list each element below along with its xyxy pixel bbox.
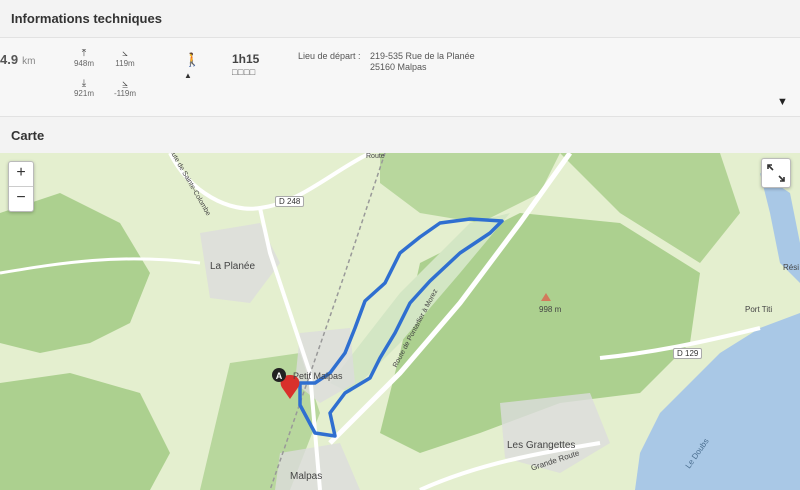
road-label-route-top: Route (366, 153, 385, 160)
zoom-out-button[interactable]: − (9, 187, 33, 211)
zoom-in-button[interactable]: + (9, 162, 33, 187)
difficulty-squares: □□□□ (232, 67, 256, 77)
difficulty-triangle-icon: ▲ (184, 71, 192, 80)
tech-section-header: Informations techniques (0, 0, 800, 38)
elev-loss-value: -119m (113, 89, 137, 98)
expand-down-icon[interactable]: ▼ (777, 96, 788, 108)
tech-info-panel: 4.9 km ⤒ 948m ⤓ 921m ⦣ 119m ⦥ -119m 🚶 ▲ 1… (0, 38, 800, 116)
duration: 1h15 (232, 52, 260, 66)
place-label-malpas: Malpas (290, 471, 323, 482)
elev-loss-stat: ⦥ -119m (107, 78, 143, 98)
alt-min-icon: ⤓ (81, 78, 87, 89)
alt-max-icon: ⤒ (81, 48, 87, 59)
zoom-control: + − (8, 161, 34, 212)
alt-min-value: 921m (73, 89, 94, 98)
departure-label: Lieu de départ : (298, 51, 361, 61)
place-label-petit-malpas: Petit Malpas (293, 371, 343, 381)
alt-max-stat: ⤒ 948m (66, 48, 102, 68)
road-badge-d129: D 129 (673, 348, 703, 359)
place-label-port-titi: Port Titi (745, 305, 773, 314)
tech-section-title: Informations techniques (11, 11, 162, 26)
start-marker-letter: A (276, 371, 283, 381)
map-section-title: Carte (11, 128, 45, 143)
elev-gain-value: 119m (115, 59, 135, 68)
map-canvas: A (0, 153, 800, 490)
departure-address: 219-535 Rue de la Planée 25160 Malpas (370, 51, 475, 73)
elev-gain-icon: ⦣ (122, 48, 128, 59)
summit-label: 998 m (539, 305, 562, 314)
hiker-icon: 🚶 (184, 52, 201, 67)
distance: 4.9 km (0, 52, 35, 67)
alt-max-value: 948m (73, 59, 94, 68)
departure-line1: 219-535 Rue de la Planée (370, 51, 475, 61)
place-label-resi: Rési (783, 263, 800, 272)
map-view[interactable]: A + − D 248 D 129 La Planée Petit Malpas… (0, 153, 800, 490)
elev-loss-icon: ⦥ (122, 78, 128, 89)
distance-value: 4.9 (0, 52, 19, 67)
road-badge-d248: D 248 (275, 196, 305, 207)
map-section-header: Carte (0, 116, 800, 154)
fullscreen-button[interactable] (761, 158, 791, 188)
distance-unit: km (22, 56, 36, 67)
departure-line2: 25160 Malpas (370, 62, 427, 72)
fullscreen-icon (767, 164, 785, 182)
elev-gain-stat: ⦣ 119m (107, 48, 143, 68)
alt-min-stat: ⤓ 921m (66, 78, 102, 98)
place-label-la-planee: La Planée (210, 261, 256, 272)
place-label-les-grangettes: Les Grangettes (507, 440, 576, 451)
